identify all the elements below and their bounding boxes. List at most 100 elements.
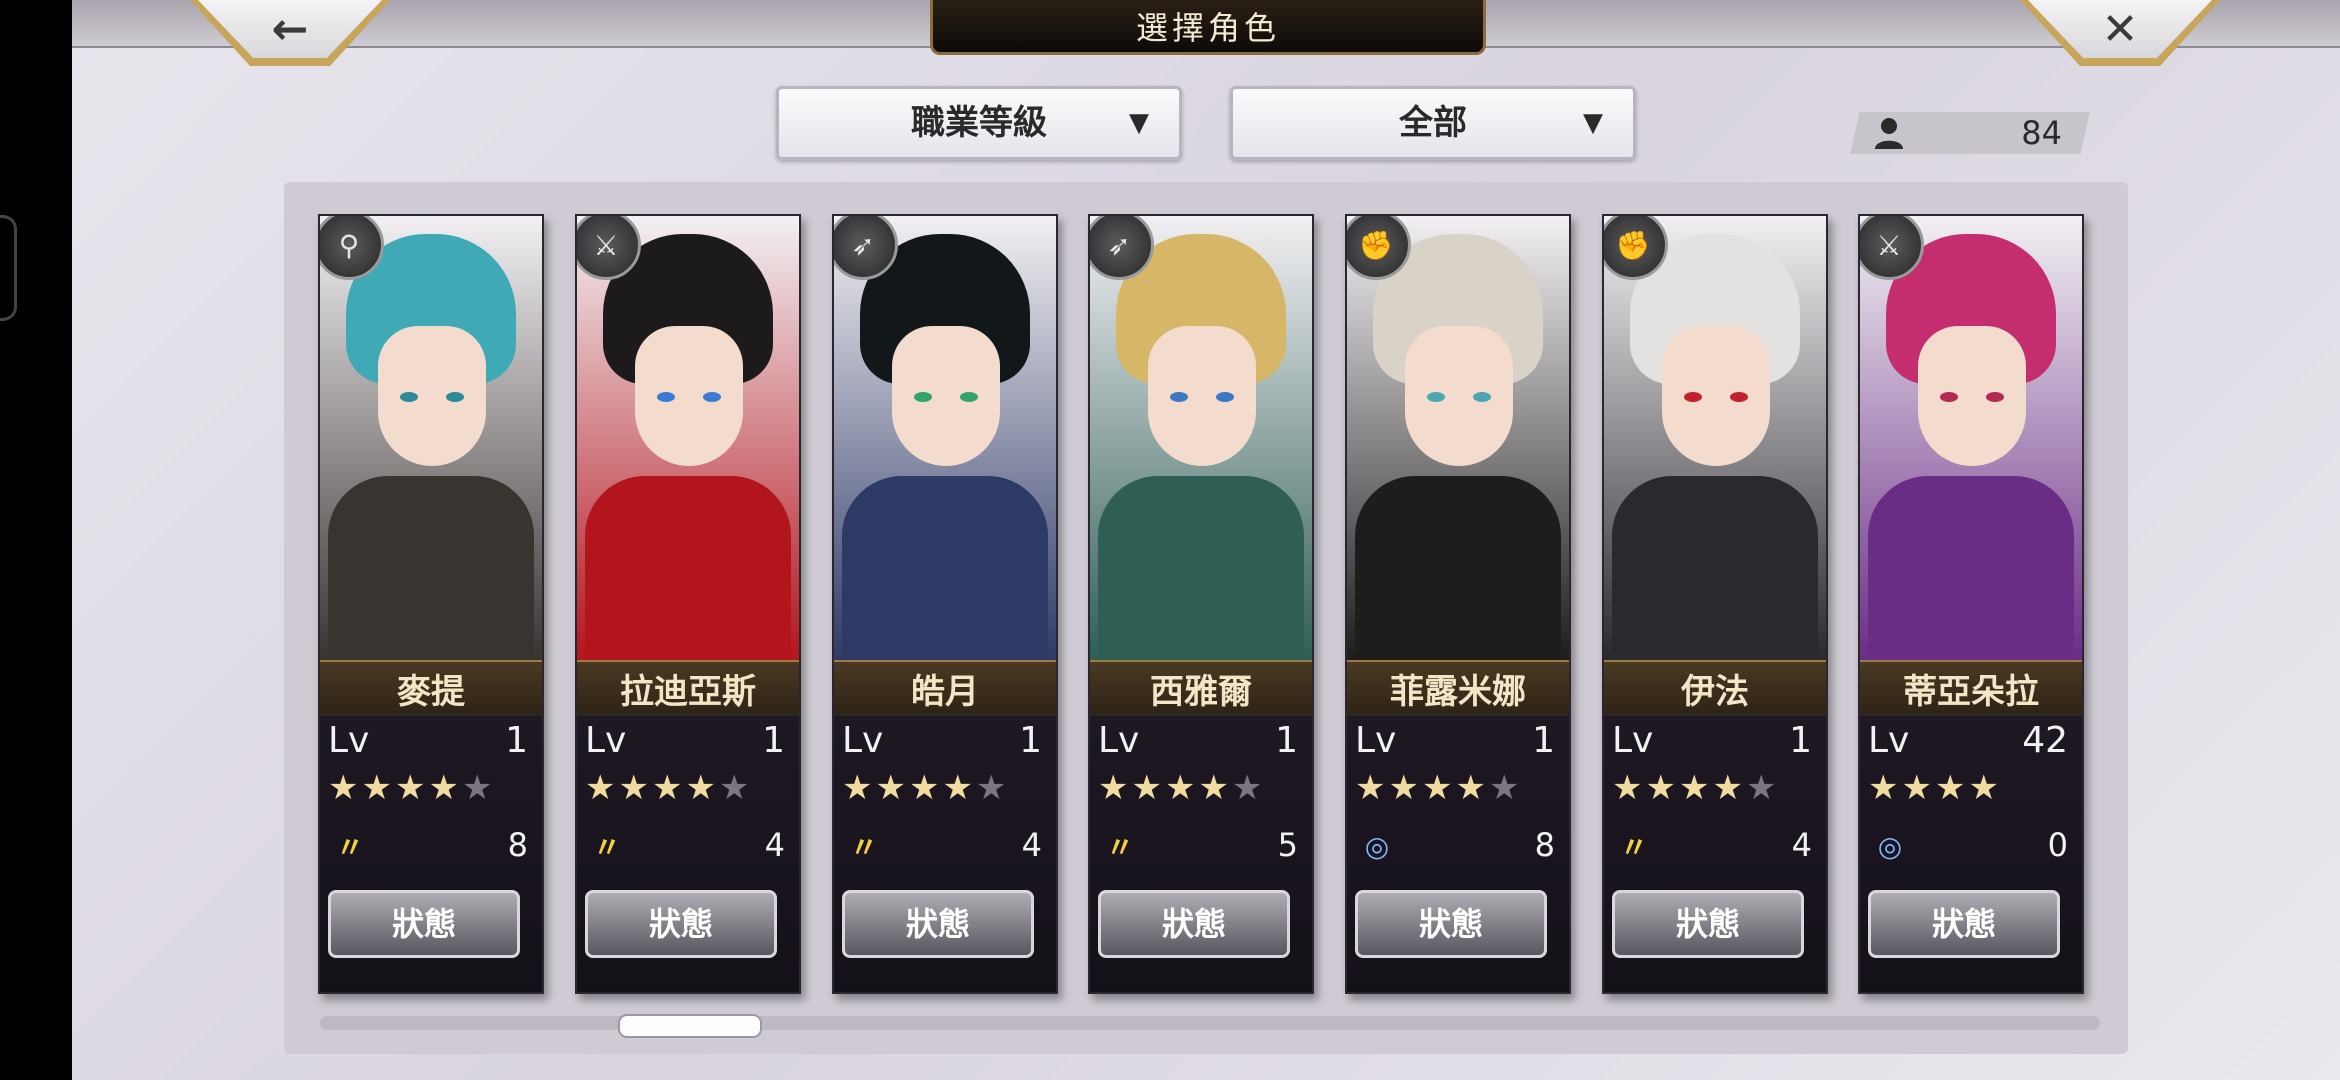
character-stats: Lv 42 ★★★★ ◎ 0 狀態 xyxy=(1860,714,2082,992)
filter-dropdown-label: 全部 xyxy=(1399,103,1467,143)
star-icon: ★ xyxy=(618,768,652,808)
star-rating: ★★★★ xyxy=(1868,768,2002,808)
close-icon: ✕ xyxy=(2101,4,2139,55)
element-count: 4 xyxy=(1021,826,1042,864)
portrait-body xyxy=(1355,476,1561,660)
portrait-eye xyxy=(657,392,675,402)
level-label: Lv xyxy=(328,720,370,761)
portrait-eye xyxy=(960,392,978,402)
star-icon: ★ xyxy=(394,768,429,808)
wind-element-icon: 〃 xyxy=(849,831,878,864)
close-button[interactable]: ✕ xyxy=(2020,0,2220,66)
character-stats: Lv 1 ★★★★★ ◎ 8 狀態 xyxy=(1347,714,1569,992)
status-button[interactable]: 狀態 xyxy=(1098,890,1290,958)
level-value: 1 xyxy=(1275,720,1298,761)
character-portrait xyxy=(1860,216,2082,660)
character-card[interactable]: ⚔ 拉迪亞斯 Lv 1 ★★★★★ 〃 4 狀態 xyxy=(575,214,801,994)
back-arrow-icon: ← xyxy=(271,4,309,55)
element-count: 8 xyxy=(507,826,528,864)
portrait-eye xyxy=(1986,392,2004,402)
portrait-face xyxy=(1918,326,2026,466)
star-icon: ★ xyxy=(428,768,462,808)
star-icon: ★ xyxy=(1712,768,1746,808)
star-icon: ★ xyxy=(1968,768,2002,808)
star-icon: ★ xyxy=(585,768,619,808)
character-count: 84 xyxy=(1850,112,2090,154)
portrait-body xyxy=(1098,476,1304,660)
level-value: 1 xyxy=(1532,720,1555,761)
portrait-face xyxy=(1148,326,1256,466)
character-name: 西雅爾 xyxy=(1090,660,1312,716)
character-name: 蒂亞朵拉 xyxy=(1860,660,2082,716)
star-rating: ★★★★★ xyxy=(1612,768,1779,808)
filter-dropdown[interactable]: 全部 ▼ xyxy=(1230,86,1636,160)
portrait-face xyxy=(1405,326,1513,466)
portrait-eye xyxy=(703,392,721,402)
portrait-face xyxy=(378,326,486,466)
device-side-bar xyxy=(0,0,72,1080)
portrait-eye xyxy=(446,392,464,402)
wind-element-icon: 〃 xyxy=(1619,831,1648,864)
status-button[interactable]: 狀態 xyxy=(328,890,520,958)
portrait-eye xyxy=(1473,392,1491,402)
status-button[interactable]: 狀態 xyxy=(842,890,1034,958)
level-value: 1 xyxy=(1789,720,1812,761)
character-name: 菲露米娜 xyxy=(1347,660,1569,716)
status-button[interactable]: 狀態 xyxy=(1612,890,1804,958)
portrait-face xyxy=(1662,326,1770,466)
level-value: 1 xyxy=(762,720,785,761)
scrollbar-thumb[interactable] xyxy=(618,1014,762,1038)
portrait-body xyxy=(1612,476,1818,660)
portrait-face xyxy=(635,326,743,466)
character-stats: Lv 1 ★★★★★ 〃 5 狀態 xyxy=(1090,714,1312,992)
star-rating: ★★★★★ xyxy=(842,768,1009,808)
portrait-eye xyxy=(1940,392,1958,402)
star-icon: ★ xyxy=(1901,768,1935,808)
level-label: Lv xyxy=(1612,720,1654,761)
character-portrait xyxy=(320,216,542,660)
character-card[interactable]: ⚔ 蒂亞朵拉 Lv 42 ★★★★ ◎ 0 狀態 xyxy=(1858,214,2084,994)
portrait-body xyxy=(842,476,1048,660)
element-count: 0 xyxy=(2047,826,2068,864)
portrait-eye xyxy=(1730,392,1748,402)
character-card[interactable]: ➶ 西雅爾 Lv 1 ★★★★★ 〃 5 狀態 xyxy=(1088,214,1314,994)
character-stats: Lv 1 ★★★★★ 〃 8 狀態 xyxy=(320,714,542,992)
star-icon: ★ xyxy=(718,768,753,808)
star-icon: ★ xyxy=(1098,768,1132,808)
star-icon: ★ xyxy=(942,768,976,808)
star-icon: ★ xyxy=(1645,768,1679,808)
character-portrait xyxy=(834,216,1056,660)
portrait-body xyxy=(328,476,534,660)
star-icon: ★ xyxy=(1355,768,1389,808)
character-card[interactable]: ➶ 皓月 Lv 1 ★★★★★ 〃 4 狀態 xyxy=(832,214,1058,994)
wind-element-icon: 〃 xyxy=(335,831,364,864)
star-rating: ★★★★★ xyxy=(1098,768,1265,808)
star-icon: ★ xyxy=(1745,768,1780,808)
star-icon: ★ xyxy=(1455,768,1489,808)
person-icon xyxy=(1875,118,1903,149)
character-card[interactable]: ✊ 菲露米娜 Lv 1 ★★★★★ ◎ 8 狀態 xyxy=(1345,214,1571,994)
star-icon: ★ xyxy=(1934,768,1969,808)
star-rating: ★★★★★ xyxy=(328,768,495,808)
level-label: Lv xyxy=(1355,720,1397,761)
character-card[interactable]: ✊ 伊法 Lv 1 ★★★★★ 〃 4 狀態 xyxy=(1602,214,1828,994)
portrait-face xyxy=(892,326,1000,466)
portrait-body xyxy=(1868,476,2074,660)
portrait-eye xyxy=(1684,392,1702,402)
status-button[interactable]: 狀態 xyxy=(1868,890,2060,958)
portrait-eye xyxy=(400,392,418,402)
sort-dropdown[interactable]: 職業等級 ▼ xyxy=(776,86,1182,160)
star-icon: ★ xyxy=(1678,768,1713,808)
status-button[interactable]: 狀態 xyxy=(585,890,777,958)
star-icon: ★ xyxy=(328,768,362,808)
back-button[interactable]: ← xyxy=(190,0,390,66)
chevron-down-icon: ▼ xyxy=(1129,108,1149,138)
wind-element-icon: 〃 xyxy=(1105,831,1134,864)
character-name: 拉迪亞斯 xyxy=(577,660,799,716)
portrait-eye xyxy=(1216,392,1234,402)
level-value: 1 xyxy=(505,720,528,761)
character-card[interactable]: ⚲ 麥提 Lv 1 ★★★★★ 〃 8 狀態 xyxy=(318,214,544,994)
scrollbar-track[interactable] xyxy=(320,1016,2100,1030)
level-label: Lv xyxy=(1868,720,1910,761)
status-button[interactable]: 狀態 xyxy=(1355,890,1547,958)
